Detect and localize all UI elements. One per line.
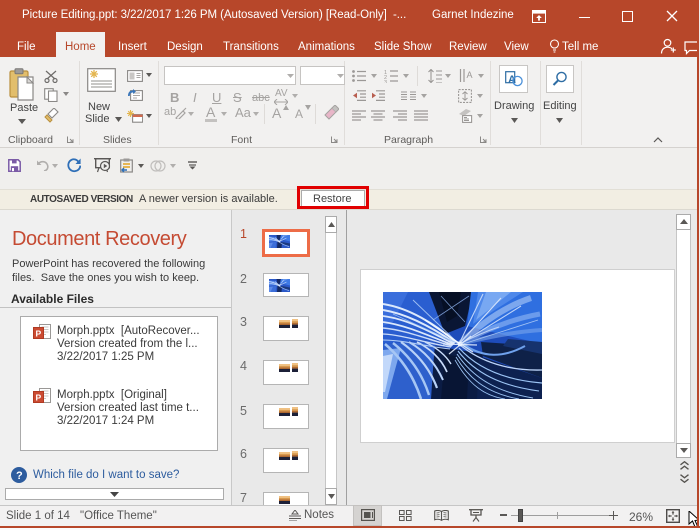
svg-text:3: 3 — [384, 80, 387, 83]
svg-text:?: ? — [16, 470, 23, 482]
svg-text:A: A — [467, 70, 473, 80]
svg-text:P: P — [36, 393, 42, 403]
svg-text:P: P — [36, 329, 42, 339]
